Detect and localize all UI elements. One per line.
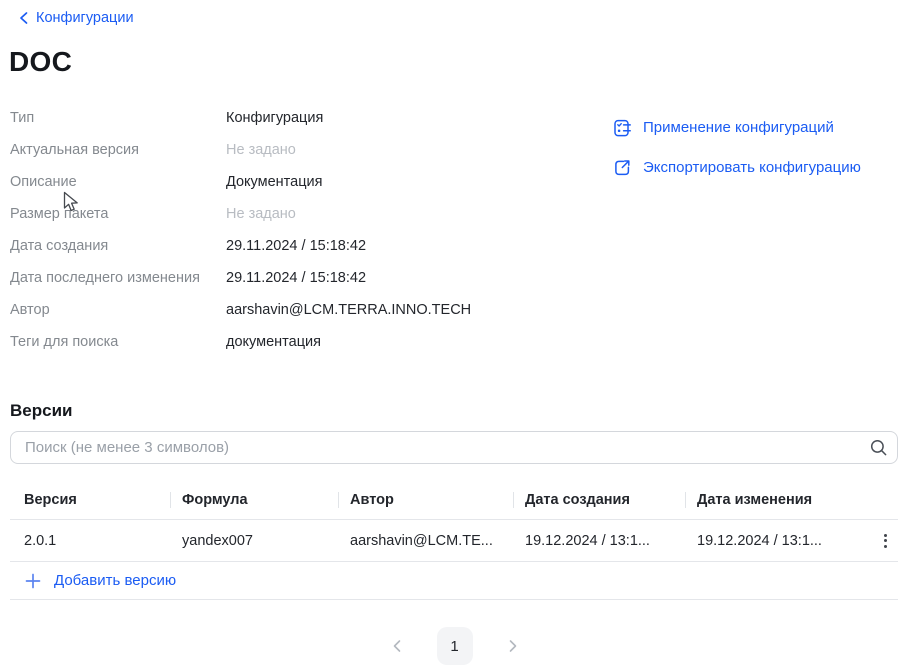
cell-version: 2.0.1: [10, 533, 170, 549]
detail-label: Дата последнего изменения: [10, 268, 226, 288]
search-button[interactable]: [869, 438, 888, 457]
detail-label: Актуальная версия: [10, 140, 226, 160]
chevron-left-icon: [390, 638, 405, 654]
detail-label: Тип: [10, 108, 226, 128]
action-label: Применение конфигураций: [643, 117, 834, 138]
detail-label: Размер пакета: [10, 204, 226, 224]
kebab-icon: [884, 534, 887, 537]
search-input[interactable]: [10, 431, 898, 464]
details-list: Тип Конфигурация Актуальная версия Не за…: [10, 108, 590, 352]
detail-value: Не задано: [226, 204, 590, 224]
detail-value: Конфигурация: [226, 108, 590, 128]
export-configuration-link[interactable]: Экспортировать конфигурацию: [612, 157, 861, 178]
cell-author: aarshavin@LCM.TE...: [338, 533, 513, 549]
column-header-modified: Дата изменения: [685, 492, 873, 508]
detail-value: Документация: [226, 172, 590, 192]
detail-value: документация: [226, 332, 590, 352]
versions-heading: Версии: [10, 401, 72, 421]
export-icon: [612, 158, 632, 178]
search-box: [10, 431, 898, 464]
apply-configurations-link[interactable]: Применение конфигураций: [612, 117, 861, 138]
detail-value: aarshavin@LCM.TERRA.INNO.TECH: [226, 300, 590, 320]
back-link[interactable]: Конфигурации: [18, 10, 134, 26]
detail-label: Теги для поиска: [10, 332, 226, 352]
column-header-version: Версия: [10, 492, 170, 508]
add-version-button[interactable]: Добавить версию: [10, 572, 176, 589]
column-header-formula: Формула: [170, 492, 338, 508]
chevron-right-icon: [505, 638, 520, 654]
add-version-row: Добавить версию: [10, 562, 898, 600]
pagination: 1: [0, 627, 909, 665]
table-header-row: Версия Формула Автор Дата создания Дата …: [10, 481, 898, 520]
detail-value: 29.11.2024 / 15:18:42: [226, 236, 590, 256]
cell-formula: yandex007: [170, 533, 338, 549]
detail-label: Автор: [10, 300, 226, 320]
pagination-prev-button[interactable]: [388, 636, 407, 656]
action-label: Экспортировать конфигурацию: [643, 157, 861, 178]
pagination-page-current[interactable]: 1: [437, 627, 473, 665]
detail-label: Дата создания: [10, 236, 226, 256]
back-link-label: Конфигурации: [36, 10, 134, 26]
versions-table: Версия Формула Автор Дата создания Дата …: [10, 481, 898, 600]
search-icon: [869, 438, 888, 457]
plus-icon: [25, 573, 41, 589]
page-title: DOC: [9, 46, 72, 78]
row-menu-button[interactable]: [880, 530, 891, 552]
configuration-detail-page: Конфигурации DOC Тип Конфигурация Актуал…: [0, 0, 909, 670]
cell-modified: 19.12.2024 / 13:1...: [685, 533, 873, 549]
cell-created: 19.12.2024 / 13:1...: [513, 533, 685, 549]
checklist-icon: [612, 118, 632, 138]
column-header-author: Автор: [338, 492, 513, 508]
pagination-next-button[interactable]: [503, 636, 522, 656]
column-header-created: Дата создания: [513, 492, 685, 508]
detail-label: Описание: [10, 172, 226, 192]
action-links: Применение конфигураций Экспортировать к…: [612, 117, 861, 178]
chevron-left-icon: [18, 11, 29, 25]
add-version-label: Добавить версию: [54, 572, 176, 589]
detail-value: Не задано: [226, 140, 590, 160]
table-row[interactable]: 2.0.1 yandex007 aarshavin@LCM.TE... 19.1…: [10, 520, 898, 562]
detail-value: 29.11.2024 / 15:18:42: [226, 268, 590, 288]
